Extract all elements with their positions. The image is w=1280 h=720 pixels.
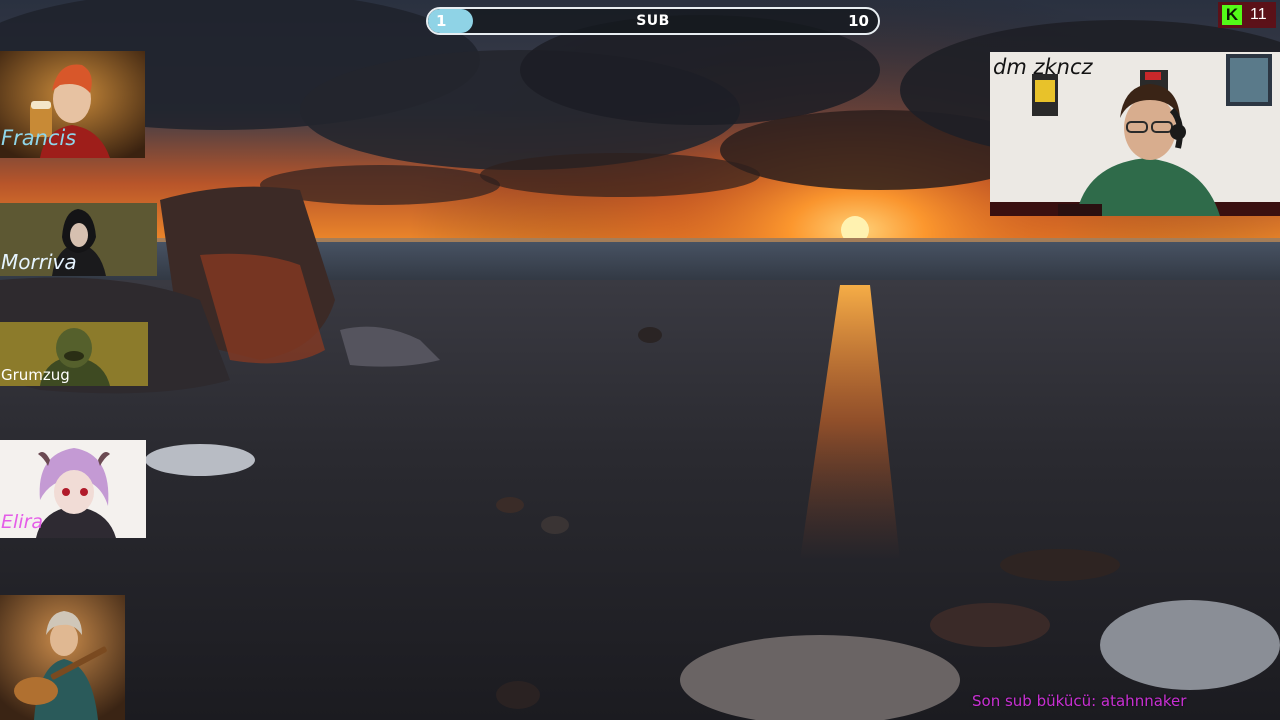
player-name-morriva: Morriva (1, 250, 77, 274)
webcam-label: dm zkncz (993, 55, 1093, 79)
player-card-bard (0, 595, 125, 720)
player-name-francis: Francis (1, 126, 77, 150)
player-card-morriva: Morriva (0, 203, 157, 276)
stream-overlay: 1 SUB 10 K 11 Francis Morriva Grumzug El… (0, 0, 1280, 720)
webcam-feed: dm zkncz (990, 52, 1280, 216)
player-name-grumzug: Grumzug (1, 366, 70, 384)
last-sub-ticker: Son sub bükücü: atahnnaker (972, 692, 1187, 710)
sub-goal-bar: 1 SUB 10 (426, 7, 880, 35)
viewer-counter: K 11 (1218, 2, 1276, 28)
sub-goal-label: SUB (636, 13, 670, 29)
player-card-francis: Francis (0, 51, 145, 158)
kick-logo-icon: K (1222, 5, 1242, 25)
viewer-count-value: 11 (1250, 6, 1267, 23)
player-card-elira: Elira (0, 440, 146, 538)
player-name-elira: Elira (1, 511, 44, 533)
bard-portrait (0, 595, 125, 720)
sub-goal-target: 10 (848, 12, 869, 30)
player-card-grumzug: Grumzug (0, 322, 148, 386)
